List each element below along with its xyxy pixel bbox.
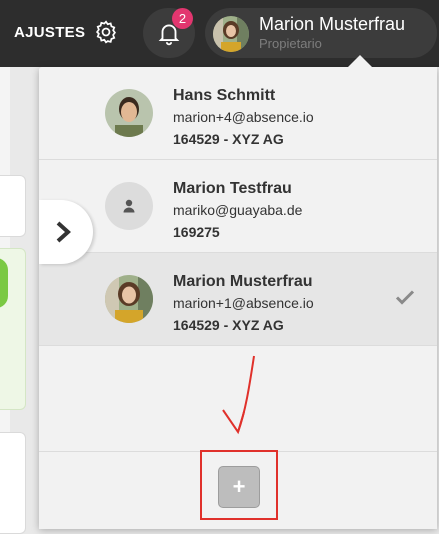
account-name: Hans Schmitt: [173, 87, 276, 104]
checkmark-icon: [395, 290, 415, 305]
user-role: Propietario: [259, 36, 322, 51]
placeholder-person-icon: [105, 182, 153, 230]
top-bar: AJUSTES 2 Marion Musterfrau Propietario: [0, 0, 439, 67]
user-avatar: [213, 16, 249, 52]
account-email: mariko@guayaba.de: [173, 202, 303, 218]
account-email: marion+1@absence.io: [173, 295, 314, 311]
settings-button[interactable]: AJUSTES: [14, 16, 119, 48]
chevron-right-icon: [56, 221, 71, 243]
account-organization: 164529 - XYZ AG: [173, 131, 284, 147]
account-avatar: [105, 89, 153, 137]
account-name: Marion Musterfrau: [173, 273, 313, 290]
account-avatar: [105, 275, 153, 323]
notification-count-badge: 2: [172, 8, 193, 29]
user-menu-button[interactable]: Marion Musterfrau Propietario: [205, 8, 437, 58]
account-item[interactable]: Marion Testfrau mariko@guayaba.de 169275: [39, 160, 437, 253]
user-name: Marion Musterfrau: [259, 14, 406, 34]
notifications-button[interactable]: 2: [143, 8, 195, 58]
dropdown-caret: [348, 55, 372, 67]
account-email: marion+4@absence.io: [173, 109, 314, 125]
background-status-dot: [0, 258, 8, 308]
account-organization: 169275: [173, 224, 220, 240]
annotation-highlight-box: [200, 450, 278, 520]
account-organization: 164529 - XYZ AG: [173, 317, 284, 333]
annotation-arrow: [222, 355, 255, 435]
account-name: Marion Testfrau: [173, 180, 292, 197]
gear-icon: [96, 20, 117, 44]
account-item-current[interactable]: Marion Musterfrau marion+1@absence.io 16…: [39, 253, 437, 346]
background-card: [0, 175, 26, 237]
settings-label: AJUSTES: [14, 23, 86, 41]
background-card: [0, 432, 26, 534]
account-item[interactable]: Hans Schmitt marion+4@absence.io 164529 …: [39, 67, 437, 160]
